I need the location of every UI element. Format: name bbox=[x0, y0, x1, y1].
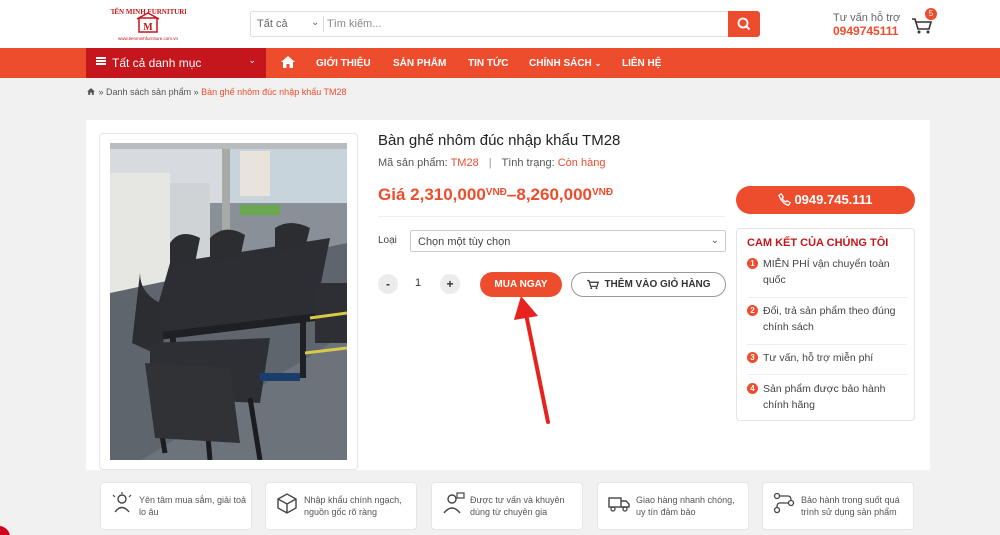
chevron-down-icon: ⌄ bbox=[248, 55, 256, 65]
header-top: TIẾN MINH FURNITURE M www.tienminhfurnit… bbox=[0, 0, 1000, 48]
commitment-text: Tư vấn, hỗ trợ miễn phí bbox=[763, 352, 874, 364]
breadcrumb-separator: » bbox=[98, 87, 107, 97]
commitment-item: 4 Sản phẩm được bảo hành chính hãng bbox=[747, 381, 907, 413]
box-icon bbox=[277, 493, 297, 514]
add-to-cart-label: THÊM VÀO GIỎ HÀNG bbox=[604, 279, 711, 290]
nav-item-products[interactable]: SẢN PHẨM bbox=[393, 58, 446, 69]
feature-text: Được tư vấn và khuyên dùng từ chuyên gia bbox=[470, 495, 565, 517]
sku-label: Mã sản phẩm: bbox=[378, 157, 448, 169]
quantity-input[interactable]: 1 bbox=[403, 277, 433, 289]
search-input[interactable] bbox=[327, 15, 727, 33]
quantity-decrease-button[interactable]: - bbox=[378, 274, 398, 294]
product-image[interactable] bbox=[110, 143, 348, 461]
meta-divider: | bbox=[488, 157, 492, 169]
hotline-number[interactable]: 0949745111 bbox=[833, 25, 900, 37]
shopping-icon bbox=[112, 492, 132, 513]
price-currency: VNĐ bbox=[592, 187, 614, 198]
cart-count-badge: 5 bbox=[925, 8, 937, 20]
search-icon bbox=[737, 17, 751, 31]
divider bbox=[378, 216, 725, 217]
commitment-text: MIỄN PHÍ vận chuyển toàn quốc bbox=[763, 258, 890, 286]
search-divider bbox=[323, 16, 324, 32]
nav-item-contact[interactable]: LIÊN HỆ bbox=[622, 58, 661, 69]
home-icon[interactable] bbox=[280, 54, 296, 70]
commitment-box: CAM KẾT CỦA CHÚNG TÔI 1 MIỄN PHÍ vận chu… bbox=[736, 228, 915, 421]
all-categories-menu[interactable]: Tất cả danh mục ⌄ bbox=[86, 48, 266, 78]
search-category-select[interactable]: Tất cả bbox=[257, 18, 288, 30]
chat-widget-button[interactable] bbox=[0, 526, 10, 535]
feature-card: Được tư vấn và khuyên dùng từ chuyên gia bbox=[431, 482, 583, 530]
cart-button[interactable]: 5 bbox=[910, 8, 937, 35]
product-title: Bàn ghế nhôm đúc nhập khẩu TM28 bbox=[378, 132, 621, 149]
feature-text: Yên tâm mua sắm, giải toả lo âu bbox=[139, 495, 247, 517]
breadcrumb-item[interactable]: Danh sách sản phẩm bbox=[106, 87, 191, 97]
cart-icon bbox=[587, 279, 600, 290]
svg-text:M: M bbox=[143, 22, 153, 33]
call-phone-button[interactable]: 0949.745.111 bbox=[736, 186, 915, 214]
feature-text: Nhập khẩu chính ngạch, nguồn gốc rõ ràng bbox=[304, 495, 402, 517]
quantity-increase-button[interactable]: + bbox=[440, 274, 460, 294]
nav-item-policy[interactable]: CHÍNH SÁCH ⌄ bbox=[529, 58, 601, 69]
price-max: 8,260,000 bbox=[516, 185, 593, 204]
phone-number: 0949.745.111 bbox=[794, 192, 873, 207]
site-logo[interactable]: TIẾN MINH FURNITURE M www.tienminhfurnit… bbox=[107, 2, 189, 44]
breadcrumb-separator: » bbox=[193, 87, 202, 97]
price-currency: VNĐ bbox=[485, 187, 507, 198]
price-prefix: Giá bbox=[378, 185, 406, 204]
commitment-text: Đổi, trả sản phẩm theo đúng chính sách bbox=[763, 305, 896, 333]
commitment-number: 2 bbox=[747, 305, 758, 316]
commitment-text: Sản phẩm được bảo hành chính hãng bbox=[763, 383, 886, 411]
chevron-down-icon: ⌄ bbox=[594, 59, 602, 68]
product-price: Giá 2,310,000VNĐ–8,260,000VNĐ bbox=[378, 185, 614, 204]
divider bbox=[747, 344, 907, 345]
price-min: 2,310,000 bbox=[410, 185, 486, 204]
stock-status: Còn hàng bbox=[557, 157, 606, 169]
all-categories-label: Tất cả danh mục bbox=[112, 56, 202, 70]
option-select-value: Chọn một tùy chọn bbox=[418, 236, 511, 248]
option-label: Loại bbox=[378, 235, 397, 246]
consultant-icon bbox=[443, 492, 465, 514]
commitment-item: 1 MIỄN PHÍ vận chuyển toàn quốc bbox=[747, 256, 907, 288]
feature-card: Nhập khẩu chính ngạch, nguồn gốc rõ ràng bbox=[265, 482, 417, 530]
divider bbox=[747, 297, 907, 298]
annotation-arrow-icon bbox=[514, 296, 550, 424]
hamburger-icon bbox=[96, 57, 106, 65]
feature-text: Bảo hành trong suốt quá trình sử dụng sả… bbox=[801, 495, 900, 517]
option-select[interactable]: Chọn một tùy chọn ⌄ bbox=[410, 230, 726, 252]
commitment-number: 4 bbox=[747, 383, 758, 394]
commitment-number: 3 bbox=[747, 352, 758, 363]
feature-card: Yên tâm mua sắm, giải toả lo âu bbox=[100, 482, 252, 530]
chevron-down-icon[interactable]: ⌄ bbox=[311, 17, 319, 28]
commitment-item: 3 Tư vấn, hỗ trợ miễn phí bbox=[747, 350, 907, 366]
hotline-label: Tư vấn hỗ trợ bbox=[833, 12, 901, 24]
commitment-item: 2 Đổi, trả sản phẩm theo đúng chính sách bbox=[747, 303, 907, 335]
search-bar: Tất cả ⌄ bbox=[250, 11, 760, 37]
nav-item-news[interactable]: TIN TỨC bbox=[468, 58, 509, 69]
phone-icon bbox=[778, 192, 792, 206]
delivery-icon bbox=[608, 497, 630, 512]
stock-label: Tình trạng: bbox=[501, 157, 555, 169]
feature-card: Giao hàng nhanh chóng, uy tín đảm bảo bbox=[597, 482, 749, 530]
sku-value: TM28 bbox=[450, 157, 479, 169]
commitment-number: 1 bbox=[747, 258, 758, 269]
breadcrumb-current: Bàn ghế nhôm đúc nhập khẩu TM28 bbox=[201, 87, 347, 97]
search-button[interactable] bbox=[728, 11, 760, 37]
breadcrumb: » Danh sách sản phẩm » Bàn ghế nhôm đúc … bbox=[86, 87, 347, 97]
nav-item-about[interactable]: GIỚI THIỆU bbox=[316, 58, 371, 69]
main-nav: Tất cả danh mục ⌄ GIỚI THIỆU SẢN PHẨM TI… bbox=[0, 48, 1000, 78]
chevron-down-icon: ⌄ bbox=[710, 235, 719, 246]
add-to-cart-button[interactable]: THÊM VÀO GIỎ HÀNG bbox=[571, 272, 726, 297]
commitment-title: CAM KẾT CỦA CHÚNG TÔI bbox=[747, 237, 889, 249]
hotline[interactable]: Tư vấn hỗ trợ 0949745111 bbox=[833, 12, 900, 37]
feature-text: Giao hàng nhanh chóng, uy tín đảm bảo bbox=[636, 495, 735, 517]
feature-card: Bảo hành trong suốt quá trình sử dụng sả… bbox=[762, 482, 914, 530]
svg-text:www.tienminhfurniture.com.vn: www.tienminhfurniture.com.vn bbox=[118, 36, 179, 41]
warranty-icon bbox=[773, 492, 795, 514]
product-meta: Mã sản phẩm: TM28 | Tình trạng: Còn hàng bbox=[378, 157, 605, 169]
home-icon[interactable] bbox=[86, 87, 96, 96]
nav-item-policy-label: CHÍNH SÁCH bbox=[529, 58, 592, 69]
divider bbox=[747, 374, 907, 375]
svg-text:TIẾN MINH FURNITURE: TIẾN MINH FURNITURE bbox=[110, 8, 186, 16]
